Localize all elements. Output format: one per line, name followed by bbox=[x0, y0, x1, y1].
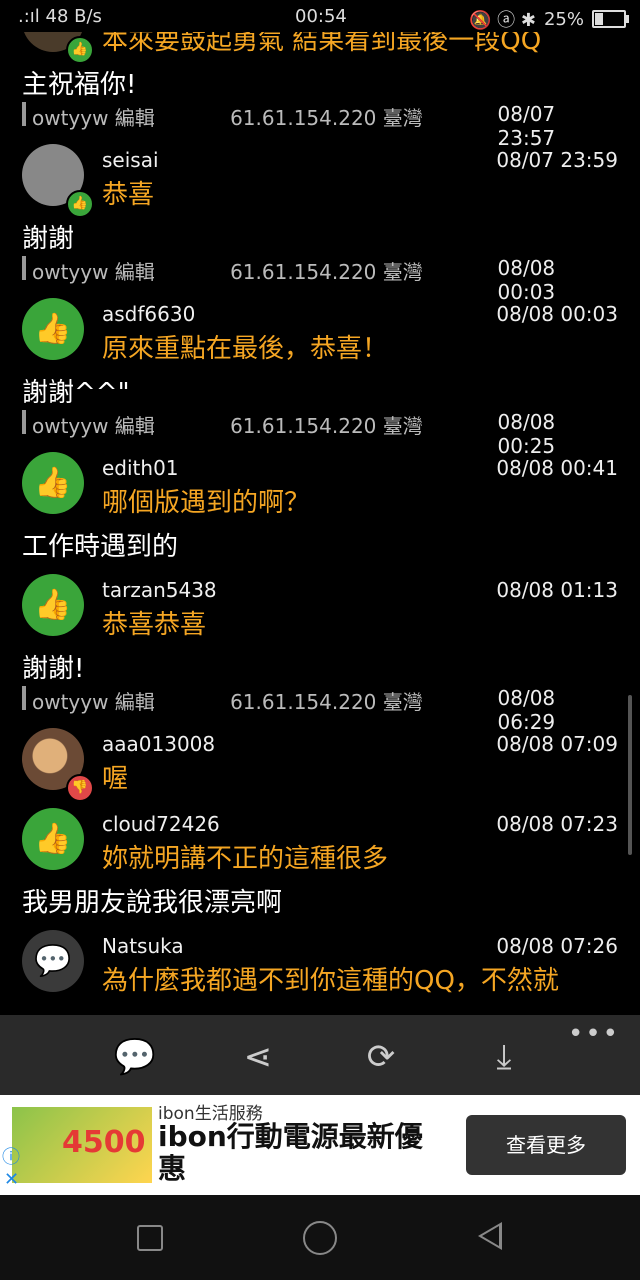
battery-percent: 25% bbox=[543, 8, 584, 30]
comment-text: 哪個版遇到的啊？ bbox=[102, 488, 311, 518]
comment-username[interactable]: tarzan5438 bbox=[102, 578, 217, 602]
download-button[interactable]: ⤓ bbox=[479, 1035, 529, 1079]
comment-username[interactable]: asdf6630 bbox=[102, 302, 195, 326]
comment-time: 08/08 00:03 bbox=[496, 302, 618, 326]
comment-time: 08/08 07:23 bbox=[496, 812, 618, 836]
back-button[interactable] bbox=[478, 1222, 502, 1250]
notification-icons: 🔕 ⓐ ✱ bbox=[469, 10, 536, 31]
avatar[interactable]: 👍 bbox=[22, 298, 84, 360]
ad-image[interactable]: 4500 bbox=[12, 1107, 152, 1183]
comment-text: 為什麼我都遇不到你這種的QQ，不然就 bbox=[102, 966, 559, 996]
comment-username[interactable]: Natsuka bbox=[102, 934, 184, 958]
ad-title[interactable]: ibon行動電源最新優惠 bbox=[158, 1121, 438, 1185]
comment-username[interactable]: edith01 bbox=[102, 456, 179, 480]
chat-button[interactable]: 💬 bbox=[110, 1035, 160, 1079]
recents-button[interactable] bbox=[137, 1225, 163, 1251]
signal-status: .:ıl 48 B/s bbox=[18, 6, 102, 27]
author-reply: 謝謝! owtyyw 編輯 61.61.154.220 臺灣 08/08 06:29 bbox=[0, 646, 640, 734]
comment-text: 妳就明講不正的這種很多 bbox=[102, 844, 389, 874]
comment-time: 08/08 00:41 bbox=[496, 456, 618, 480]
chat-icon: 💬 bbox=[113, 1037, 157, 1077]
comment-item[interactable]: 👍 cloud72426 08/08 07:23 妳就明講不正的這種很多 bbox=[0, 800, 640, 880]
reply-text: 我男朋友說我很漂亮啊 bbox=[22, 888, 283, 918]
download-icon: ⤓ bbox=[496, 1037, 512, 1077]
ad-info-icon[interactable]: ⓘ bbox=[2, 1143, 20, 1169]
comment-item[interactable]: 💬 Natsuka 08/08 07:26 為什麼我都遇不到你這種的QQ，不然就 bbox=[0, 922, 640, 997]
reply-text: 謝謝! bbox=[22, 654, 85, 684]
comment-username[interactable]: aaa013008 bbox=[102, 732, 215, 756]
refresh-button[interactable]: ⟳ bbox=[356, 1035, 406, 1079]
comment-list[interactable]: 👍tg945608/07 23:40本來要鼓起勇氣 結果看到最後一段QQ主祝福你… bbox=[0, 0, 640, 997]
comment-username[interactable]: cloud72426 bbox=[102, 812, 220, 836]
thumbs-down-icon: 👎 bbox=[66, 774, 94, 802]
comment-time: 08/07 23:59 bbox=[496, 148, 618, 172]
status-icons: 🔕 ⓐ ✱ 25% bbox=[469, 6, 629, 32]
comment-item[interactable]: 👎 aaa013008 08/08 07:09 喔 bbox=[0, 720, 640, 802]
ad-close-icon[interactable]: ✕ bbox=[4, 1169, 19, 1190]
avatar[interactable]: 💬 bbox=[22, 930, 84, 992]
reply-text: 謝謝^^" bbox=[22, 378, 130, 408]
comment-item[interactable]: 👍 seisai 08/07 23:59 恭喜 bbox=[0, 136, 640, 218]
thumbs-up-icon: 👍 bbox=[34, 465, 72, 501]
battery-icon bbox=[592, 10, 629, 28]
author-reply: 謝謝 owtyyw 編輯 61.61.154.220 臺灣 08/08 00:03 bbox=[0, 216, 640, 304]
refresh-icon: ⟳ bbox=[366, 1037, 396, 1077]
comment-text: 喔 bbox=[102, 764, 129, 794]
reply-indicator bbox=[22, 102, 26, 126]
reply-indicator bbox=[22, 256, 26, 280]
home-button[interactable] bbox=[303, 1221, 337, 1255]
comment-time: 08/08 07:09 bbox=[496, 732, 618, 756]
comment-text: 恭喜恭喜 bbox=[102, 610, 207, 640]
comment-time: 08/08 01:13 bbox=[496, 578, 618, 602]
comment-username[interactable]: seisai bbox=[102, 148, 159, 172]
comment-text: 恭喜 bbox=[102, 180, 155, 210]
reply-indicator bbox=[22, 410, 26, 434]
share-button[interactable]: ⋖ bbox=[233, 1035, 283, 1079]
thumbs-up-icon: 👍 bbox=[34, 821, 72, 857]
thumbs-up-icon: 👍 bbox=[66, 36, 94, 64]
reply-text: 謝謝 bbox=[22, 224, 75, 254]
reply-indicator bbox=[22, 686, 26, 710]
thumbs-up-icon: 👍 bbox=[34, 311, 72, 347]
avatar[interactable]: 👍 bbox=[22, 574, 84, 636]
comment-item[interactable]: 👍 tarzan5438 08/08 01:13 恭喜恭喜 bbox=[0, 566, 640, 646]
scrollbar[interactable] bbox=[628, 695, 632, 855]
ad-cta-button[interactable]: 查看更多 bbox=[466, 1115, 626, 1175]
author-reply: 我男朋友說我很漂亮啊 bbox=[0, 880, 640, 922]
chat-bubble-icon: 💬 bbox=[34, 943, 72, 979]
system-nav-bar bbox=[0, 1195, 640, 1280]
author-reply: 主祝福你! owtyyw 編輯 61.61.154.220 臺灣 08/07 23:5… bbox=[0, 62, 640, 150]
reply-text: 主祝福你! bbox=[22, 70, 137, 100]
status-bar: .:ıl 48 B/s 00:54 🔕 ⓐ ✱ 25% bbox=[0, 0, 640, 32]
author-reply: 工作時遇到的 bbox=[0, 524, 640, 566]
avatar[interactable]: 👍 bbox=[22, 808, 84, 870]
thumbs-up-icon: 👍 bbox=[66, 190, 94, 218]
ad-banner[interactable]: 4500 ⓘ ✕ ibon生活服務 ibon行動電源最新優惠 查看更多 bbox=[0, 1095, 640, 1195]
avatar[interactable]: 👍 bbox=[22, 452, 84, 514]
thumbs-up-icon: 👍 bbox=[34, 587, 72, 623]
bottom-toolbar: 💬 ⋖ ⟳ ⤓ ••• bbox=[0, 1015, 640, 1095]
reply-text: 工作時遇到的 bbox=[22, 532, 179, 562]
comment-text: 原來重點在最後，恭喜！ bbox=[102, 334, 389, 364]
comment-item[interactable]: 👍 asdf6630 08/08 00:03 原來重點在最後，恭喜！ bbox=[0, 290, 640, 370]
comment-item[interactable]: 👍 edith01 08/08 00:41 哪個版遇到的啊？ bbox=[0, 444, 640, 524]
share-icon: ⋖ bbox=[243, 1037, 273, 1077]
author-reply: 謝謝^^" owtyyw 編輯 61.61.154.220 臺灣 08/08 00:2… bbox=[0, 370, 640, 458]
clock: 00:54 bbox=[295, 6, 347, 27]
more-options-button[interactable]: ••• bbox=[568, 1019, 620, 1049]
comment-time: 08/08 07:26 bbox=[496, 934, 618, 958]
